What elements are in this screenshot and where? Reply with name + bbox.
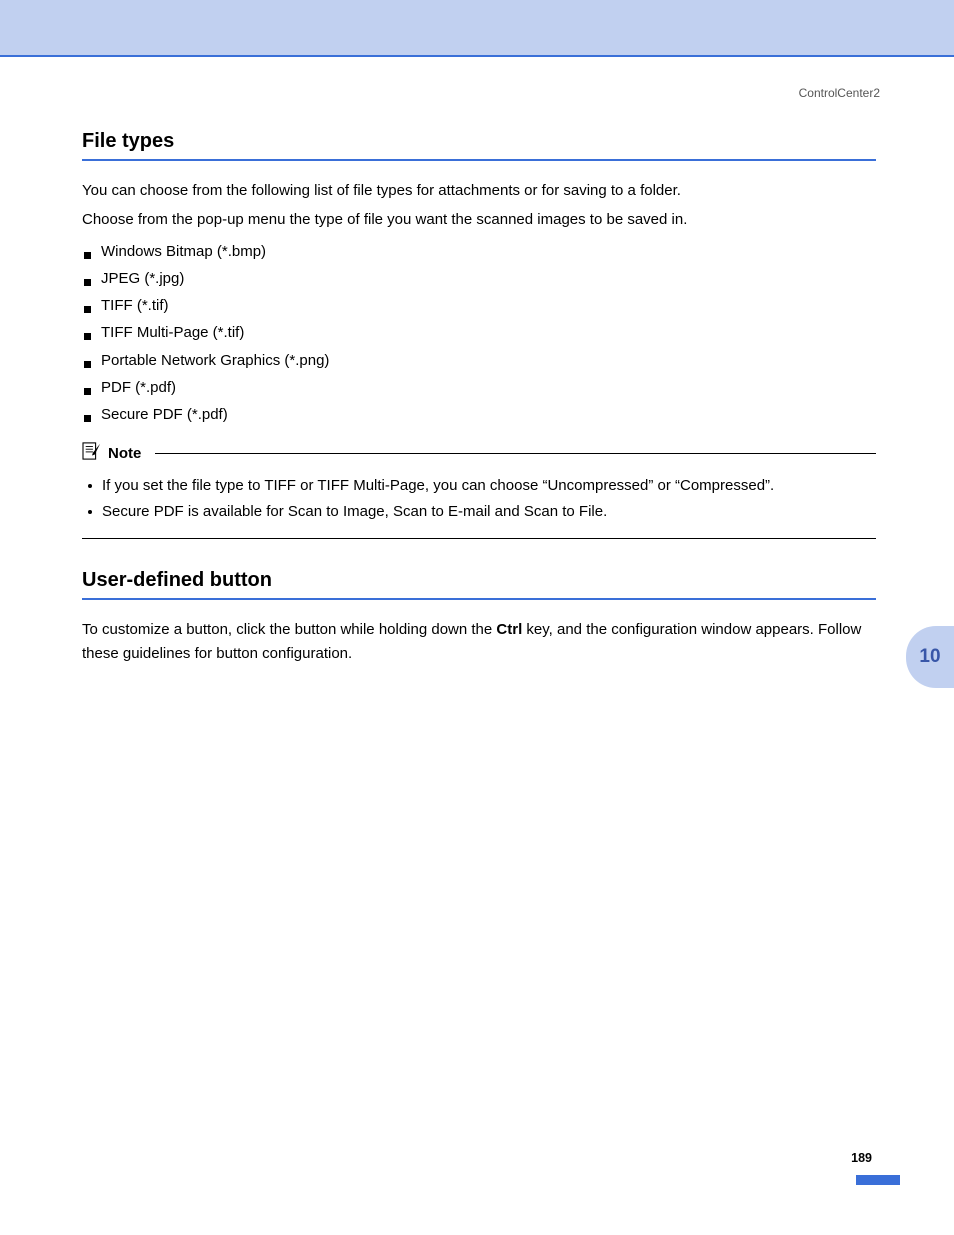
- bottom-accent: [856, 1175, 900, 1185]
- list-item: PDF (*.pdf): [82, 376, 876, 399]
- square-bullet-icon: [84, 252, 91, 259]
- dot-bullet-icon: [88, 484, 92, 488]
- list-item: TIFF Multi-Page (*.tif): [82, 321, 876, 344]
- square-bullet-icon: [84, 388, 91, 395]
- note-item: Secure PDF is available for Scan to Imag…: [82, 499, 876, 525]
- list-item-label: PDF (*.pdf): [101, 376, 176, 399]
- note-item-text: Secure PDF is available for Scan to Imag…: [102, 499, 607, 525]
- filetype-list: Windows Bitmap (*.bmp) JPEG (*.jpg) TIFF…: [82, 240, 876, 427]
- heading-file-types: File types: [82, 130, 876, 153]
- section-file-types: File types You can choose from the follo…: [82, 130, 876, 539]
- square-bullet-icon: [84, 415, 91, 422]
- filetypes-para-1: You can choose from the following list o…: [82, 179, 876, 202]
- section-rule: [82, 598, 876, 600]
- list-item: Windows Bitmap (*.bmp): [82, 240, 876, 263]
- section-rule: [82, 159, 876, 161]
- list-item: Secure PDF (*.pdf): [82, 403, 876, 426]
- list-item: JPEG (*.jpg): [82, 267, 876, 290]
- heading-user-defined: User-defined button: [82, 569, 876, 592]
- note-rule: [155, 453, 876, 454]
- chapter-tab: 10: [906, 626, 954, 688]
- page-content: File types You can choose from the follo…: [82, 130, 876, 671]
- top-rule: [0, 55, 954, 57]
- para-text-before: To customize a button, click the button …: [82, 621, 496, 638]
- chapter-number: 10: [919, 646, 940, 668]
- header-right-label: ControlCenter2: [799, 86, 880, 100]
- list-item: Portable Network Graphics (*.png): [82, 349, 876, 372]
- square-bullet-icon: [84, 333, 91, 340]
- note-item: If you set the file type to TIFF or TIFF…: [82, 473, 876, 499]
- square-bullet-icon: [84, 279, 91, 286]
- list-item-label: JPEG (*.jpg): [101, 267, 184, 290]
- list-item: TIFF (*.tif): [82, 294, 876, 317]
- list-item-label: Secure PDF (*.pdf): [101, 403, 228, 426]
- top-band: [0, 0, 954, 55]
- ctrl-key-label: Ctrl: [496, 621, 522, 638]
- note-header: Note: [82, 442, 876, 465]
- filetypes-para-2: Choose from the pop-up menu the type of …: [82, 208, 876, 231]
- note-items: If you set the file type to TIFF or TIFF…: [82, 473, 876, 524]
- square-bullet-icon: [84, 306, 91, 313]
- section-user-defined: User-defined button To customize a butto…: [82, 569, 876, 665]
- note-end-rule: [82, 538, 876, 539]
- note-block: Note If you set the file type to TIFF or…: [82, 442, 876, 539]
- square-bullet-icon: [84, 361, 91, 368]
- dot-bullet-icon: [88, 510, 92, 514]
- note-title: Note: [108, 445, 141, 462]
- note-icon: [82, 442, 102, 465]
- page-number: 189: [851, 1151, 872, 1165]
- list-item-label: TIFF Multi-Page (*.tif): [101, 321, 244, 344]
- list-item-label: Windows Bitmap (*.bmp): [101, 240, 266, 263]
- list-item-label: TIFF (*.tif): [101, 294, 169, 317]
- list-item-label: Portable Network Graphics (*.png): [101, 349, 329, 372]
- note-item-text: If you set the file type to TIFF or TIFF…: [102, 473, 774, 499]
- user-defined-para: To customize a button, click the button …: [82, 618, 876, 665]
